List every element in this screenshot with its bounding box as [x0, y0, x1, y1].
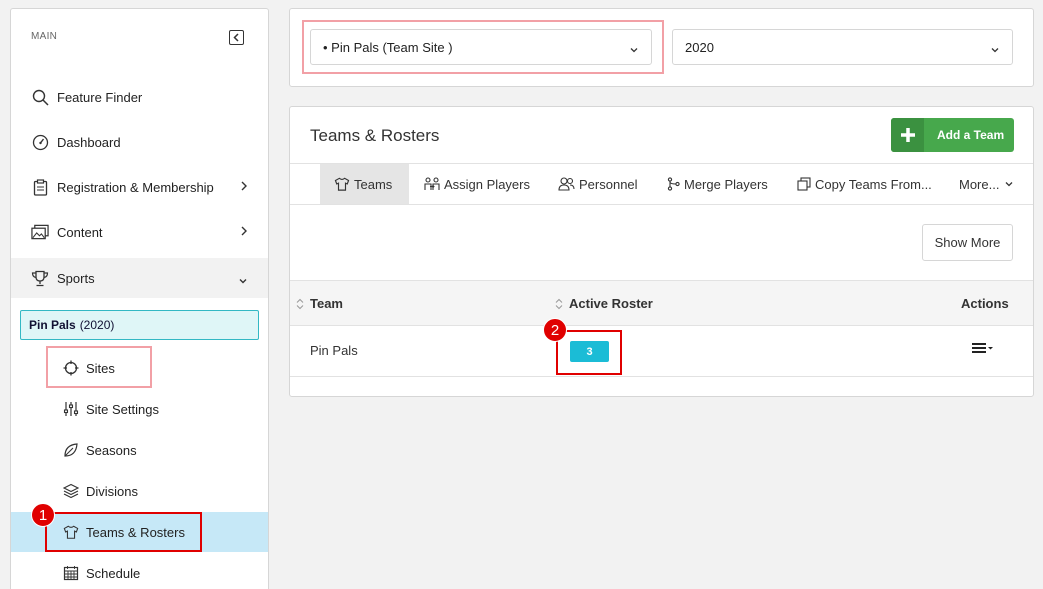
sidebar-item-site-settings[interactable]: Site Settings: [11, 389, 268, 429]
images-icon: [31, 223, 49, 241]
chevron-down-icon: [990, 42, 1000, 57]
tab-label: Teams: [354, 176, 393, 192]
highlight-teams-rosters: [45, 512, 202, 552]
sidebar-item-seasons[interactable]: Seasons: [11, 430, 268, 470]
add-team-button[interactable]: Add a Team: [891, 118, 1014, 152]
org-season-chip[interactable]: Pin Pals (2020): [20, 310, 259, 340]
chevron-down-icon: [238, 273, 248, 288]
sidebar-item-feature-finder[interactable]: Feature Finder: [11, 77, 268, 117]
tab-bar: Teams Assign Players Personnel Merge Pla…: [290, 163, 1033, 205]
calendar-icon: [63, 565, 79, 581]
sidebar-item-content[interactable]: Content: [11, 212, 268, 252]
org-season: (2020): [79, 318, 115, 332]
sidebar: MAIN Feature Finder Dashboard Registrati…: [10, 8, 269, 589]
tab-label: More...: [959, 176, 1000, 192]
sort-icon: [555, 298, 563, 310]
users-icon: [558, 177, 575, 191]
sidebar-item-label: Seasons: [86, 442, 137, 458]
sidebar-item-label: Divisions: [86, 483, 139, 499]
sidebar-item-label: Dashboard: [57, 134, 121, 150]
team-name-cell[interactable]: Pin Pals: [310, 343, 358, 358]
sidebar-item-sports[interactable]: Sports: [11, 258, 268, 298]
page-title: Teams & Rosters: [310, 126, 440, 145]
sidebar-item-label: Sports: [57, 270, 95, 286]
highlight-site-select: [302, 20, 664, 74]
step-marker-2: 2: [543, 318, 567, 342]
trophy-icon: [31, 269, 49, 287]
highlight-active-roster: [556, 330, 622, 375]
sidebar-section-label: MAIN: [31, 31, 58, 42]
sidebar-item-label: Feature Finder: [57, 89, 143, 105]
tab-merge-players[interactable]: Merge Players: [667, 164, 768, 204]
tab-more[interactable]: More...: [959, 164, 1018, 204]
chevron-right-icon: [240, 225, 248, 240]
season-select[interactable]: 2020: [672, 29, 1013, 65]
sidebar-item-schedule[interactable]: Schedule: [11, 553, 268, 589]
sidebar-item-label: Site Settings: [86, 401, 159, 417]
step-marker-1: 1: [31, 503, 55, 527]
teams-panel: Teams & Rosters Add a Team Teams Assign …: [289, 106, 1034, 397]
column-header-roster[interactable]: Active Roster: [555, 296, 653, 311]
clipboard-icon: [31, 178, 49, 196]
actions-menu-icon[interactable]: [971, 342, 995, 354]
org-name: Pin Pals: [29, 318, 76, 332]
tab-copy-teams[interactable]: Copy Teams From...: [797, 164, 932, 204]
gauge-icon: [31, 133, 49, 151]
sidebar-item-dashboard[interactable]: Dashboard: [11, 122, 268, 162]
tab-label: Merge Players: [684, 176, 768, 192]
add-team-label: Add a Team: [937, 128, 1005, 142]
layers-icon: [63, 483, 79, 499]
sliders-icon: [63, 401, 79, 417]
show-more-button[interactable]: Show More: [922, 224, 1013, 261]
column-header-actions: Actions: [961, 296, 1009, 311]
people-icon: [424, 177, 440, 191]
sort-icon: [296, 298, 304, 310]
copy-icon: [797, 177, 811, 191]
tab-personnel[interactable]: Personnel: [558, 164, 638, 204]
tab-teams[interactable]: Teams: [320, 164, 409, 204]
search-icon: [31, 88, 49, 106]
table-header: Team Active Roster Actions: [290, 280, 1033, 326]
shirt-icon: [334, 177, 350, 191]
tab-label: Assign Players: [444, 176, 530, 192]
column-header-team[interactable]: Team: [296, 296, 343, 311]
table-row: Pin Pals 3: [290, 326, 1033, 377]
merge-icon: [667, 177, 680, 191]
sidebar-item-label: Schedule: [86, 565, 141, 581]
chevron-right-icon: [240, 180, 248, 195]
column-label: Active Roster: [569, 296, 653, 311]
plus-icon: [891, 118, 924, 152]
tab-assign-players[interactable]: Assign Players: [424, 164, 530, 204]
sidebar-item-label: Registration & Membership: [57, 179, 214, 195]
highlight-sites: [46, 346, 152, 388]
sidebar-item-registration[interactable]: Registration & Membership: [11, 167, 268, 207]
chevron-down-icon: [1004, 181, 1014, 188]
column-label: Team: [310, 296, 343, 311]
tab-label: Personnel: [579, 176, 638, 192]
leaf-icon: [63, 442, 79, 458]
season-select-value: 2020: [685, 39, 714, 55]
sidebar-item-label: Content: [57, 224, 103, 240]
collapse-sidebar-icon[interactable]: [229, 30, 244, 45]
tab-label: Copy Teams From...: [815, 176, 932, 192]
